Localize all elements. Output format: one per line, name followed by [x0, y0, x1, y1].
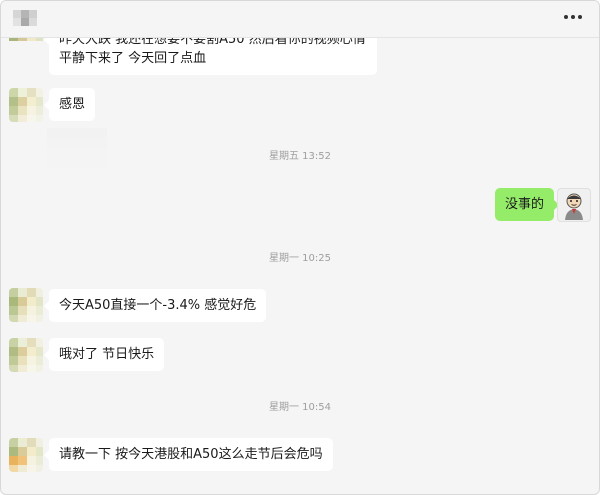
message-list[interactable]: 昨天大跌 我还在想要不要割A50 然后看你的视频心情平静下来了 今天回了点血 感… [1, 1, 599, 494]
contact-avatar[interactable] [9, 338, 43, 372]
message-text: 感恩 [59, 97, 86, 112]
more-options-button[interactable] [559, 5, 587, 29]
timestamp: 星期五 13:52 [269, 151, 331, 162]
timestamp: 星期一 10:54 [269, 402, 331, 413]
message-bubble[interactable]: 哦对了 节日快乐 [43, 338, 165, 371]
contact-avatar[interactable] [9, 88, 43, 122]
more-horizontal-icon [564, 15, 568, 19]
chat-window: 昨天大跌 我还在想要不要割A50 然后看你的视频心情平静下来了 今天回了点血 感… [0, 0, 600, 495]
chat-header [1, 1, 599, 38]
contact-avatar[interactable] [9, 288, 43, 322]
contact-name-obscured [13, 10, 53, 26]
more-horizontal-icon [571, 15, 575, 19]
message-text: 哦对了 节日快乐 [59, 347, 155, 362]
cartoon-face-icon [565, 193, 583, 220]
message-bubble[interactable]: 今天A50直接一个-3.4% 感觉好危 [43, 289, 267, 322]
message-bubble[interactable]: 请教一下 按今天港股和A50这么走节后会危吗 [44, 438, 333, 471]
message-bubble[interactable]: 没事的 [495, 188, 560, 221]
contact-avatar[interactable] [9, 438, 43, 472]
message-text: 请教一下 按今天港股和A50这么走节后会危吗 [59, 447, 323, 462]
timestamp: 星期一 10:25 [269, 253, 331, 264]
more-horizontal-icon [578, 15, 582, 19]
my-avatar[interactable] [557, 188, 591, 222]
message-text: 没事的 [505, 197, 545, 212]
message-text: 今天A50直接一个-3.4% 感觉好危 [59, 298, 257, 313]
message-bubble[interactable]: 感恩 [43, 88, 96, 121]
